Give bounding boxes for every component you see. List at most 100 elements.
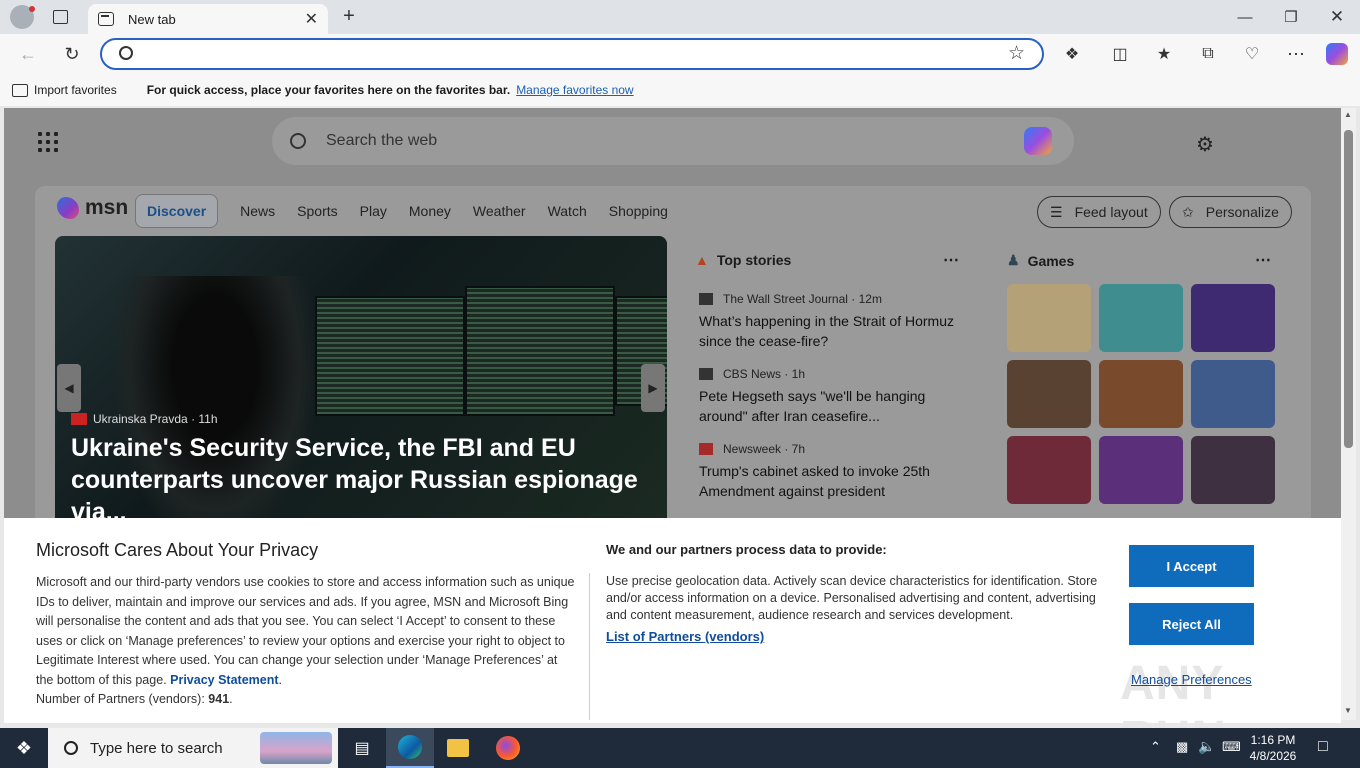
import-icon — [12, 83, 28, 97]
games-card: ♟ Games ⋯ — [991, 236, 1291, 520]
chevron-right-icon: ▶ — [648, 381, 658, 395]
copilot-button[interactable] — [1326, 43, 1348, 65]
story-item[interactable]: Newsweek · 7h Trump's cabinet asked to i… — [699, 442, 959, 501]
accept-button[interactable]: I Accept — [1129, 545, 1254, 587]
newtab-page-icon — [98, 12, 114, 26]
privacy-title: Microsoft Cares About Your Privacy — [36, 540, 319, 560]
minimize-button[interactable]: — — [1236, 8, 1254, 26]
game-tile[interactable] — [1191, 360, 1275, 428]
search-highlight-image — [260, 732, 332, 764]
msn-logo[interactable]: msn — [57, 196, 128, 220]
game-tile[interactable] — [1007, 436, 1091, 504]
msn-feed: msn Discover News Sports Play Money Weat… — [35, 186, 1311, 520]
top-stories-more-button[interactable]: ⋯ — [943, 250, 959, 270]
scrollbar-thumb[interactable] — [1344, 130, 1353, 448]
page-settings-gear-icon[interactable]: ⚙ — [1196, 132, 1214, 157]
taskbar-search[interactable]: Type here to search — [48, 728, 338, 768]
msn-butterfly-icon — [57, 197, 79, 219]
favorite-star-icon[interactable]: ☆ — [1008, 42, 1025, 65]
restore-button[interactable]: ❐ — [1282, 8, 1300, 26]
nav-discover[interactable]: Discover — [135, 194, 219, 228]
game-tile[interactable] — [1099, 436, 1183, 504]
tab-title: New tab — [128, 11, 176, 27]
feed-layout-button[interactable]: ☰ Feed layout — [1037, 196, 1161, 228]
hero-prev-button[interactable]: ◀ — [57, 364, 81, 412]
puzzle-icon: ❖ — [1064, 46, 1080, 63]
notification-icon[interactable]: □ — [1318, 738, 1328, 756]
settings-more-button[interactable]: ⋯ — [1280, 38, 1312, 70]
chevron-left-icon: ◀ — [64, 381, 74, 395]
newtab-page: Search the web ⚙ msn Discover News Sport… — [4, 108, 1341, 520]
tray-chevron-icon[interactable]: ⌃ — [1150, 739, 1161, 755]
hero-source-name: Ukrainska Pravda — [93, 412, 188, 426]
tab-actions-button[interactable] — [50, 8, 70, 26]
feed-nav: Discover News Sports Play Money Weather … — [135, 194, 690, 228]
favorites-button[interactable]: ★ — [1148, 38, 1180, 70]
import-favorites-button[interactable]: Import favorites — [12, 83, 117, 97]
reject-all-button[interactable]: Reject All — [1129, 603, 1254, 645]
task-view-icon: ▤ — [354, 740, 370, 757]
address-bar[interactable]: ☆ — [100, 38, 1044, 70]
nav-shopping[interactable]: Shopping — [609, 203, 668, 219]
clock-time: 1:16 PM — [1250, 733, 1296, 747]
split-screen-button[interactable]: ◫ — [1104, 38, 1136, 70]
game-tile[interactable] — [1099, 284, 1183, 352]
manage-preferences-link[interactable]: Manage Preferences — [1131, 672, 1252, 687]
game-tile[interactable] — [1007, 284, 1091, 352]
privacy-statement-link[interactable]: Privacy Statement — [170, 673, 278, 687]
games-more-button[interactable]: ⋯ — [1255, 250, 1271, 270]
tab-new-tab[interactable]: New tab ✕ — [88, 4, 328, 34]
story-headline[interactable]: What’s happening in the Strait of Hormuz… — [699, 311, 959, 351]
taskbar-firefox[interactable] — [484, 728, 532, 768]
story-item[interactable]: CBS News · 1h Pete Hegseth says "we'll b… — [699, 367, 959, 426]
game-tile[interactable] — [1099, 360, 1183, 428]
new-tab-button[interactable]: + — [338, 5, 360, 27]
web-search-box[interactable]: Search the web — [272, 117, 1074, 165]
hero-next-button[interactable]: ▶ — [641, 364, 665, 412]
nav-news[interactable]: News — [240, 203, 275, 219]
close-window-button[interactable]: ✕ — [1328, 7, 1346, 26]
tab-close-button[interactable]: ✕ — [305, 9, 318, 29]
task-view-button[interactable]: ▤ — [338, 728, 386, 768]
privacy-body-text: Microsoft and our third-party vendors us… — [36, 575, 575, 687]
favorites-bar-message: For quick access, place your favorites h… — [146, 83, 511, 97]
nav-money[interactable]: Money — [409, 203, 451, 219]
personalize-button[interactable]: ✩ Personalize — [1169, 196, 1292, 228]
start-button[interactable]: ❖ — [0, 728, 48, 768]
nav-weather[interactable]: Weather — [473, 203, 526, 219]
refresh-button[interactable]: ↻ — [56, 38, 88, 70]
story-source: Newsweek · 7h — [723, 442, 806, 456]
source-logo-icon — [71, 413, 87, 425]
list-of-partners-link[interactable]: List of Partners (vendors) — [606, 629, 764, 644]
story-headline[interactable]: Trump's cabinet asked to invoke 25th Ame… — [699, 461, 959, 501]
manage-favorites-link[interactable]: Manage favorites now — [516, 83, 633, 97]
back-button[interactable]: ← — [12, 38, 44, 70]
extensions-button[interactable]: ❖ — [1056, 38, 1088, 70]
story-item[interactable]: The Wall Street Journal · 12m What’s hap… — [699, 292, 959, 351]
browser-essentials-button[interactable]: ♡ — [1236, 38, 1268, 70]
web-search-placeholder: Search the web — [326, 132, 438, 149]
hero-article[interactable]: Ukrainska Pravda · 11h Ukraine's Securit… — [55, 236, 667, 520]
game-tile[interactable] — [1007, 360, 1091, 428]
privacy-consent-banner: Microsoft Cares About Your Privacy Micro… — [4, 518, 1341, 765]
game-tile[interactable] — [1191, 284, 1275, 352]
volume-icon[interactable]: 🔈 — [1198, 738, 1215, 755]
copilot-icon[interactable] — [1024, 127, 1052, 155]
taskbar-file-explorer[interactable] — [434, 728, 482, 768]
firefox-icon — [496, 736, 520, 760]
story-headline[interactable]: Pete Hegseth says "we'll be hanging arou… — [699, 386, 959, 426]
scroll-down-icon[interactable]: ▼ — [1344, 706, 1352, 715]
nav-sports[interactable]: Sports — [297, 203, 337, 219]
game-tile[interactable] — [1191, 436, 1275, 504]
network-icon[interactable]: ▩ — [1176, 739, 1188, 755]
taskbar-edge[interactable] — [386, 728, 434, 768]
hero-headline[interactable]: Ukraine's Security Service, the FBI and … — [71, 432, 651, 520]
games-header: ♟ Games — [1007, 252, 1074, 269]
collections-button[interactable]: ⧉ — [1192, 38, 1224, 70]
taskbar-clock[interactable]: 1:16 PM 4/8/2026 — [1238, 732, 1308, 764]
app-launcher-icon[interactable] — [38, 132, 58, 152]
nav-watch[interactable]: Watch — [548, 203, 587, 219]
nav-play[interactable]: Play — [360, 203, 387, 219]
scroll-up-icon[interactable]: ▲ — [1344, 110, 1352, 119]
taskbar-search-placeholder: Type here to search — [90, 739, 223, 757]
